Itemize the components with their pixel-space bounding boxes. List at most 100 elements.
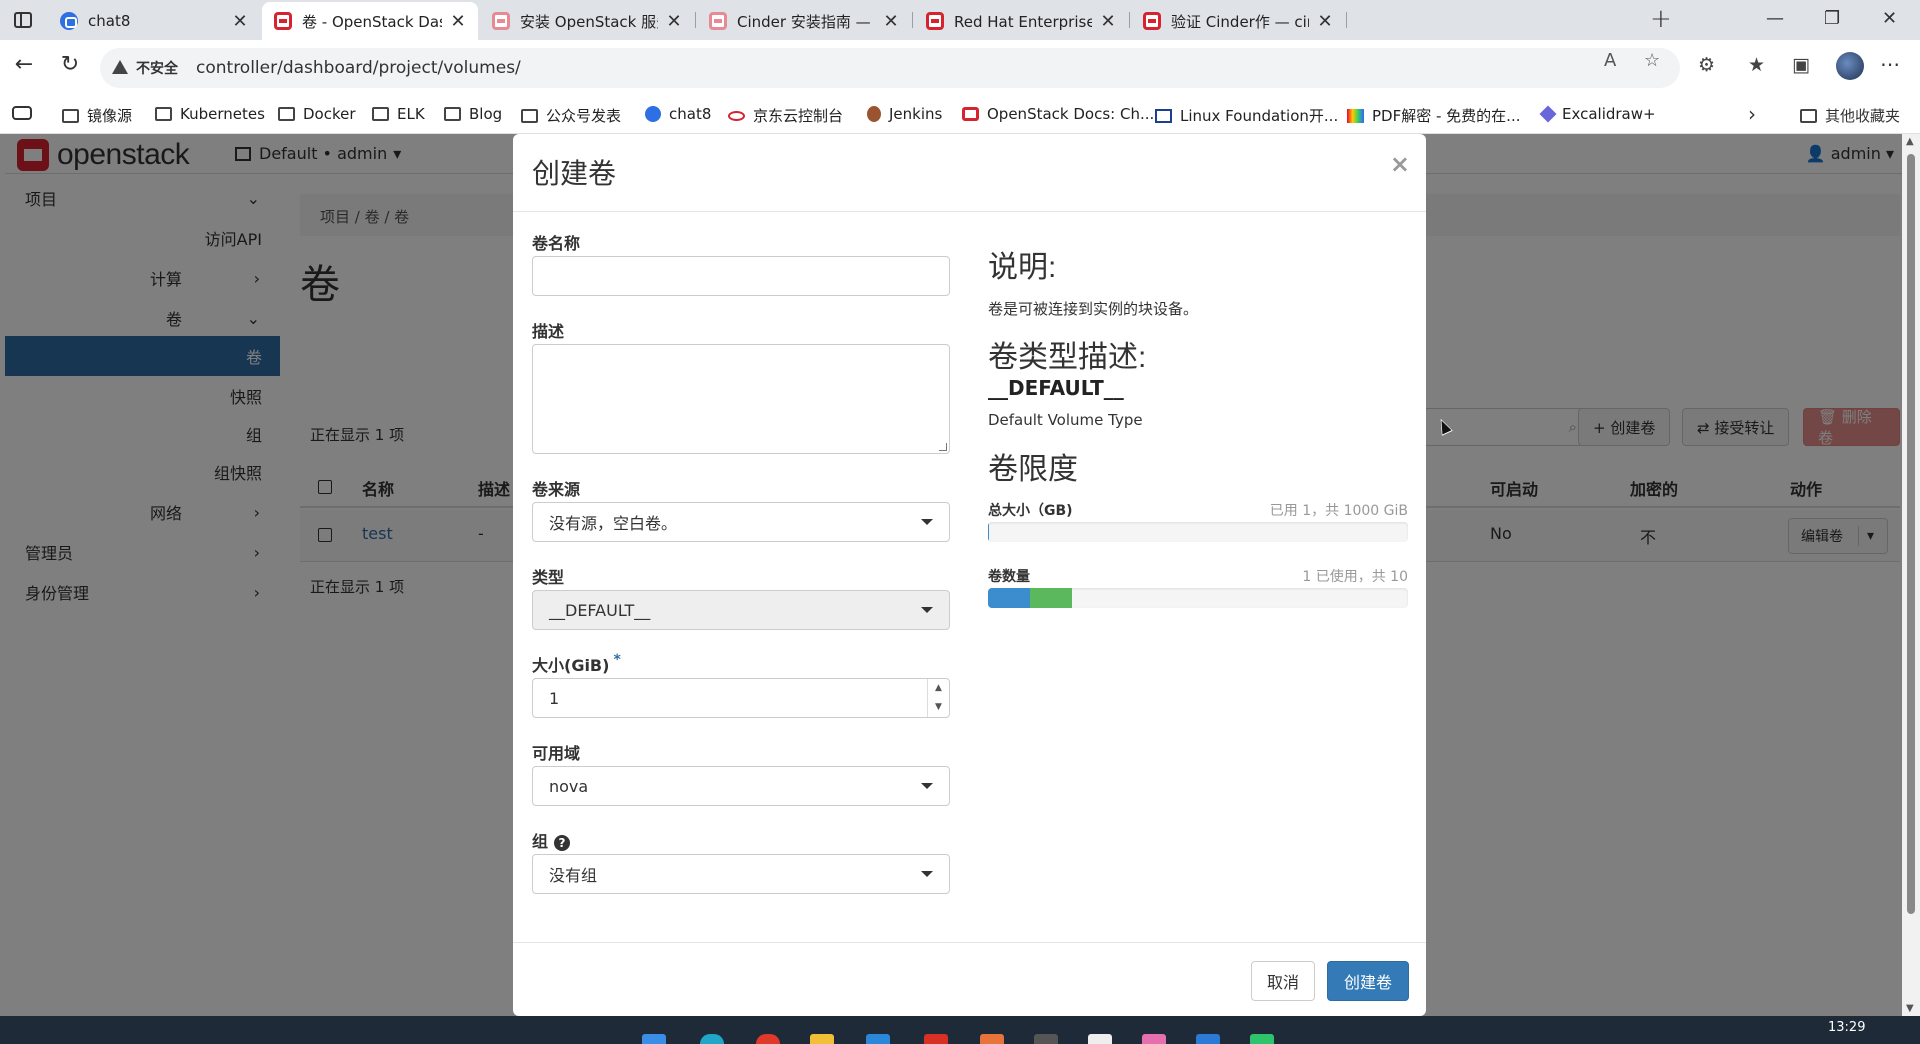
tab-title: 卷 - OpenStack Dashboard (302, 12, 442, 31)
cancel-button[interactable]: 取消 (1251, 961, 1315, 1001)
wechat-icon[interactable] (1250, 1034, 1274, 1044)
volume-type-value: __DEFAULT__ (549, 600, 651, 620)
modal-footer: 取消 创建卷 (513, 942, 1426, 1016)
tab-close-icon[interactable]: ✕ (230, 11, 250, 32)
bookmark-elk[interactable]: ELK (372, 105, 425, 123)
size-label: 大小(GiB) * (532, 652, 621, 676)
vscode-icon[interactable] (1196, 1034, 1220, 1044)
browser-tab-install-services[interactable]: 安装 OpenStack 服务 — 安装 ✕ (480, 2, 694, 40)
tab-actions-icon[interactable] (12, 10, 36, 30)
bookmark-label: chat8 (669, 105, 712, 123)
folder-icon[interactable] (810, 1034, 834, 1044)
bookmark-kubernetes[interactable]: Kubernetes (155, 105, 265, 123)
volume-type-name: __DEFAULT__ (988, 376, 1124, 400)
start-icon[interactable] (642, 1034, 666, 1044)
volume-name-label: 卷名称 (532, 234, 581, 253)
app-icon[interactable] (924, 1034, 948, 1044)
folder-icon (278, 107, 295, 121)
jenkins-icon (867, 106, 881, 122)
tab-close-icon[interactable]: ✕ (664, 11, 684, 32)
submit-create-volume-button[interactable]: 创建卷 (1327, 961, 1409, 1001)
bookmark-jenkins[interactable]: Jenkins (867, 105, 942, 123)
sidebar-toggle-icon[interactable] (12, 106, 32, 120)
help-icon[interactable]: ? (554, 834, 571, 851)
browser-tab-chat8[interactable]: chat8 ✕ (48, 2, 260, 40)
taskbar-clock[interactable]: 13:29 (1828, 1020, 1865, 1035)
address-bar-row: ← ↻ 不安全 controller/dashboard/project/vol… (0, 40, 1920, 96)
tab-close-icon[interactable]: ✕ (448, 11, 468, 32)
bookmark-openstack-docs[interactable]: OpenStack Docs: Ch... (962, 105, 1154, 123)
edge-icon[interactable] (700, 1034, 724, 1044)
openstack-favicon-icon (492, 12, 510, 30)
folder-icon (62, 108, 79, 123)
chevron-right-icon[interactable]: › (1748, 102, 1756, 126)
description-heading: 说明: (988, 251, 1057, 284)
screenshot-icon[interactable]: ▣ (1792, 54, 1810, 76)
minimize-button[interactable]: — (1766, 8, 1784, 29)
bookmark-blog[interactable]: Blog (444, 105, 502, 123)
window-close-button[interactable]: ✕ (1882, 8, 1897, 29)
app-icon[interactable] (1034, 1034, 1058, 1044)
total-size-progress (988, 522, 1408, 542)
total-size-label: 总大小（GB) (988, 503, 1073, 519)
resize-grip-icon[interactable] (939, 443, 947, 451)
bookmark-docker[interactable]: Docker (278, 105, 356, 123)
bookmark-chat8[interactable]: chat8 (645, 105, 711, 123)
description-textarea[interactable] (532, 344, 950, 454)
app-icon[interactable] (756, 1034, 780, 1044)
url-text[interactable]: controller/dashboard/project/volumes/ (196, 58, 521, 78)
bookmark-excalidraw[interactable]: Excalidraw+ (1539, 105, 1656, 123)
tab-close-icon[interactable]: ✕ (881, 11, 901, 32)
scroll-thumb[interactable] (1907, 154, 1915, 914)
availability-zone-label: 可用域 (532, 744, 581, 763)
tab-close-icon[interactable]: ✕ (1315, 11, 1335, 32)
bookmark-label: ELK (397, 105, 425, 123)
volume-count-info: 1 已使用，共 10 (1302, 569, 1408, 585)
bookmark-wechat-publish[interactable]: 公众号发表 (521, 105, 621, 126)
tab-close-icon[interactable]: ✕ (1098, 11, 1118, 32)
description-label: 描述 (532, 322, 565, 341)
favorites-icon[interactable]: ★ (1748, 54, 1765, 76)
url-box[interactable]: 不安全 controller/dashboard/project/volumes… (100, 48, 1680, 88)
reload-icon[interactable]: ↻ (54, 52, 86, 77)
spinner-up-icon[interactable]: ▲ (928, 679, 949, 698)
extensions-icon[interactable]: ⚙ (1698, 54, 1715, 76)
bookmark-mirror-source[interactable]: 镜像源 (62, 105, 132, 126)
bookmark-jd-cloud[interactable]: 京东云控制台 (728, 105, 843, 126)
required-marker: * (613, 652, 621, 668)
number-spinner[interactable]: ▲ ▼ (927, 679, 949, 717)
browser-tab-volumes[interactable]: 卷 - OpenStack Dashboard ✕ (262, 2, 478, 40)
page-scrollbar[interactable]: ▲ ▼ (1902, 134, 1920, 1016)
browser-tab-verify-cinder[interactable]: 验证 Cinder作 — cinder 25.2 ✕ (1131, 2, 1345, 40)
close-icon[interactable]: × (1390, 150, 1410, 178)
scroll-up-icon[interactable]: ▲ (1906, 136, 1914, 147)
page-viewport: openstack Default • admin ▾ 👤 admin ▾ 项目… (0, 134, 1920, 1016)
profile-avatar[interactable] (1836, 52, 1864, 80)
bookmark-linux-foundation[interactable]: Linux Foundation开... (1155, 105, 1338, 126)
spinner-down-icon[interactable]: ▼ (928, 698, 949, 717)
new-tab-button[interactable]: + (1650, 4, 1672, 34)
volume-type-select[interactable]: __DEFAULT__ (532, 590, 950, 630)
size-input[interactable]: 1 ▲ ▼ (532, 678, 950, 718)
restore-button[interactable]: ❐ (1824, 8, 1840, 29)
browser-tab-redhat[interactable]: Red Hat Enterprise Linux 和 ( ✕ (914, 2, 1128, 40)
app-icon[interactable] (1142, 1034, 1166, 1044)
security-label[interactable]: 不安全 (136, 58, 178, 78)
more-menu-icon[interactable]: ⋯ (1880, 52, 1900, 76)
browser-tab-cinder-guide[interactable]: Cinder 安装指南 — cinder 25 ✕ (697, 2, 911, 40)
availability-zone-select[interactable]: nova (532, 766, 950, 806)
app-icon[interactable] (1088, 1034, 1112, 1044)
volume-name-input[interactable] (532, 256, 950, 296)
volume-source-select[interactable]: 没有源，空白卷。 (532, 502, 950, 542)
bookmark-other-favorites[interactable]: 其他收藏夹 (1800, 105, 1900, 126)
app-icon[interactable] (980, 1034, 1004, 1044)
caret-down-icon (921, 783, 933, 789)
app-icon[interactable] (866, 1034, 890, 1044)
bookmark-pdf-decrypt[interactable]: PDF解密 - 免费的在... (1347, 105, 1520, 126)
scroll-down-icon[interactable]: ▼ (1906, 1003, 1914, 1014)
back-arrow-icon[interactable]: ← (8, 52, 40, 77)
group-select[interactable]: 没有组 (532, 854, 950, 894)
favorite-star-icon[interactable]: ☆ (1644, 50, 1660, 71)
read-aloud-icon[interactable]: A (1604, 50, 1616, 71)
volume-source-label: 卷来源 (532, 480, 581, 499)
